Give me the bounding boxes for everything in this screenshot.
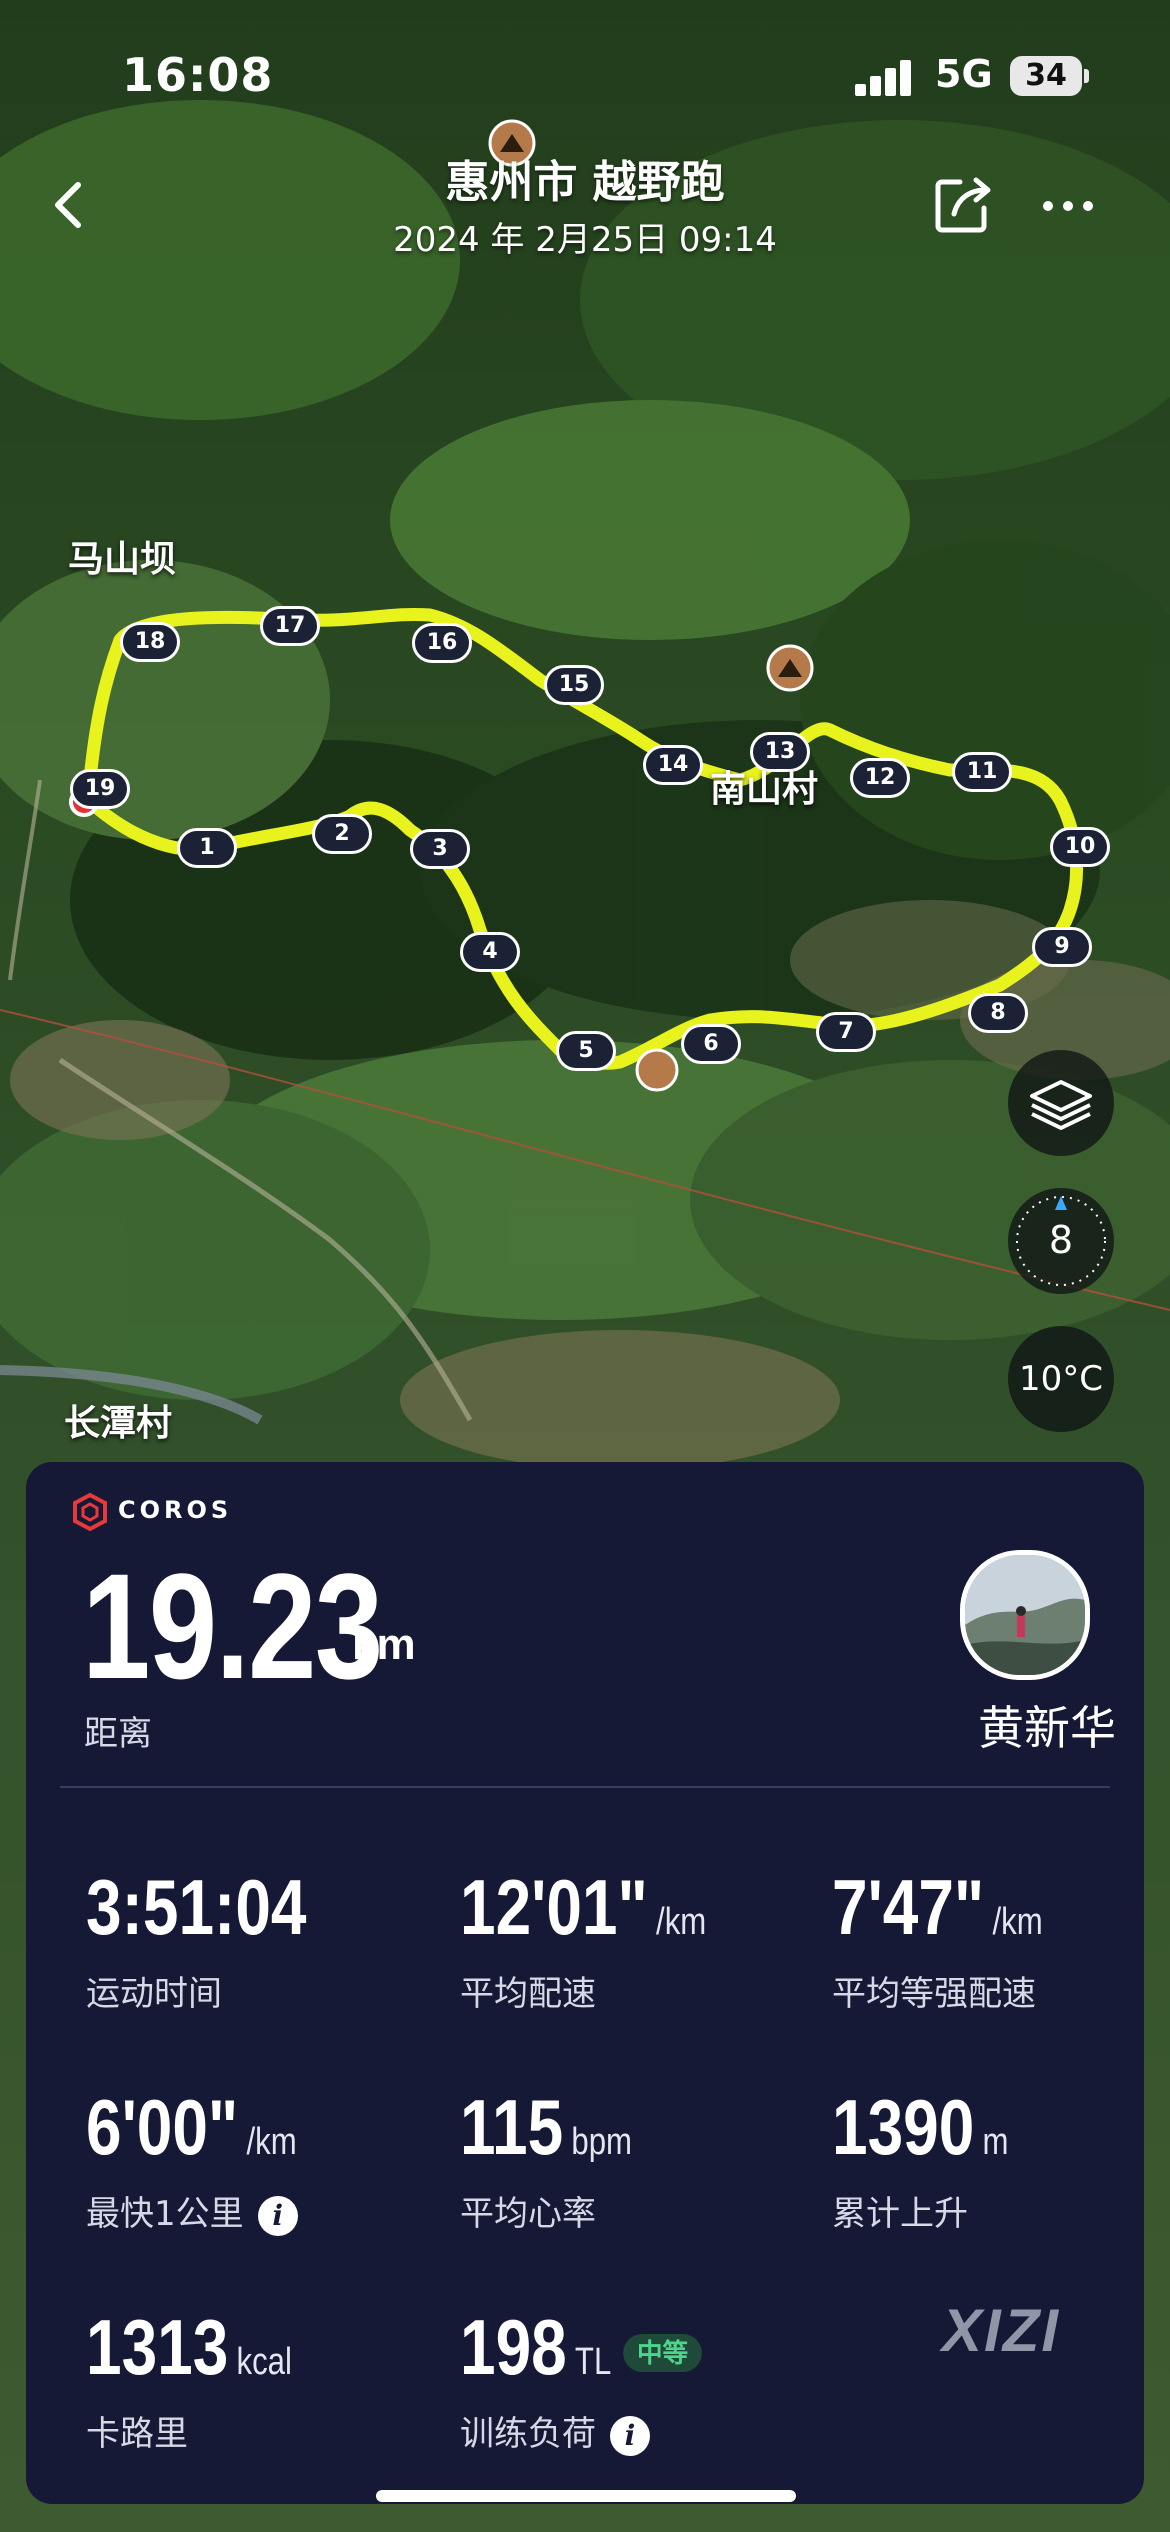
metric-item: 7'47"/km 平均等强配速	[832, 1862, 1170, 2015]
km-marker: 5	[556, 1031, 616, 1071]
signal-icon	[855, 58, 915, 96]
metric-value: 7'47"/km	[832, 1862, 1043, 1953]
more-options-icon[interactable]	[1038, 186, 1098, 226]
metric-label-text: 平均等强配速	[832, 1974, 1036, 2014]
metric-number: 1313	[86, 2303, 229, 2391]
km-marker: 8	[968, 993, 1028, 1033]
distance-value: 19.23	[82, 1542, 383, 1710]
km-marker: 7	[816, 1012, 876, 1052]
metric-value: 1313 kcal	[86, 2302, 292, 2393]
metric-item: 115 bpm 平均心率	[460, 2082, 810, 2235]
metric-unit: bpm	[571, 2121, 633, 2163]
metric-item: 3:51:04 运动时间	[86, 1862, 436, 2015]
metric-number: 12'01"	[460, 1863, 648, 1951]
metric-label-text: 训练负荷	[460, 2414, 596, 2454]
load-level-badge: 中等	[622, 2334, 702, 2373]
network-type: 5G	[935, 52, 993, 96]
metric-value: 3:51:04	[86, 1862, 306, 1953]
metric-unit: /km	[656, 1901, 707, 1943]
km-marker: 19	[70, 769, 130, 809]
metric-label-text: 平均心率	[460, 2194, 596, 2234]
km-marker: 15	[544, 665, 604, 705]
watermark-logo: XIZI	[942, 2297, 1061, 2364]
km-marker: 10	[1050, 827, 1110, 867]
avatar[interactable]	[960, 1550, 1090, 1680]
status-bar: 16:08 5G 34	[0, 0, 1170, 150]
km-marker: 3	[410, 829, 470, 869]
compass-value: 8	[1048, 1218, 1074, 1262]
peak-icon	[635, 1048, 679, 1092]
metric-unit: kcal	[236, 2341, 292, 2383]
metric-label: 平均心率	[460, 2186, 596, 2235]
map-layers-button[interactable]	[1008, 1050, 1114, 1156]
km-marker: 14	[643, 745, 703, 785]
coros-logo-icon	[73, 1492, 107, 1532]
battery-icon: 34	[1010, 56, 1089, 96]
metric-unit: /km	[246, 2121, 297, 2163]
metric-value: 6'00"/km	[86, 2082, 297, 2173]
metric-label: 运动时间	[86, 1966, 222, 2015]
km-marker: 16	[412, 623, 472, 663]
metric-value: 1390 m	[832, 2082, 1008, 2173]
metric-value: 115 bpm	[460, 2082, 632, 2173]
metric-label-text: 卡路里	[86, 2414, 188, 2454]
compass-button[interactable]: 8	[1008, 1188, 1114, 1294]
home-indicator	[376, 2490, 796, 2502]
status-time: 16:08	[122, 48, 274, 102]
metric-value: 12'01"/km	[460, 1862, 706, 1953]
metric-label: 最快1公里 i	[86, 2186, 298, 2236]
metric-item: 198 TL 中等训练负荷 i	[460, 2302, 810, 2456]
metric-number: 198	[460, 2303, 567, 2391]
place-label: 马山坝	[68, 539, 177, 580]
share-icon[interactable]	[930, 172, 996, 238]
metric-value: 198 TL 中等	[460, 2302, 702, 2393]
km-marker: 1	[177, 828, 237, 868]
km-marker: 6	[681, 1024, 741, 1064]
km-marker: 17	[260, 606, 320, 646]
metric-label: 训练负荷 i	[460, 2406, 650, 2456]
info-icon[interactable]: i	[257, 2195, 298, 2236]
metric-unit: TL	[574, 2341, 612, 2383]
user-photo-icon	[965, 1555, 1085, 1675]
metric-item: 1390 m 累计上升	[832, 2082, 1170, 2235]
km-marker: 18	[120, 622, 180, 662]
temperature-button[interactable]: 10°C	[1008, 1326, 1114, 1432]
metric-unit: /km	[992, 1901, 1043, 1943]
km-marker: 9	[1032, 927, 1092, 967]
metric-item: 12'01"/km 平均配速	[460, 1862, 810, 2015]
metric-item: 1313 kcal 卡路里	[86, 2302, 436, 2455]
metric-label-text: 累计上升	[832, 2194, 968, 2234]
km-marker: 2	[312, 814, 372, 854]
peak-icon	[766, 644, 814, 692]
metric-label-text: 运动时间	[86, 1974, 222, 2014]
place-label: 南山村	[710, 769, 819, 810]
activity-summary-card: COROS 19.23 km 距离 黄新华 3:51:04 运动时间 12'01" /…	[26, 1462, 1144, 2504]
place-label: 长潭村	[64, 1403, 173, 1444]
metric-label-text: 最快1公里	[86, 2194, 244, 2234]
metric-number: 3:51:04	[86, 1863, 307, 1951]
brand-name: COROS	[118, 1496, 233, 1524]
metric-number: 7'47"	[832, 1863, 985, 1951]
metric-label: 平均等强配速	[832, 1966, 1036, 2015]
metric-label-text: 平均配速	[460, 1974, 596, 2014]
distance-label: 距离	[84, 1714, 152, 1754]
km-marker: 4	[460, 932, 520, 972]
km-marker: 11	[952, 752, 1012, 792]
metric-number: 6'00"	[86, 2083, 239, 2171]
layers-icon	[1030, 1080, 1092, 1130]
km-marker: 12	[850, 758, 910, 798]
metric-unit: m	[982, 2121, 1009, 2163]
metric-item: 6'00"/km 最快1公里 i	[86, 2082, 436, 2236]
metric-label: 累计上升	[832, 2186, 968, 2235]
info-icon[interactable]: i	[610, 2415, 650, 2456]
distance-unit: km	[352, 1620, 416, 1669]
metric-label: 平均配速	[460, 1966, 596, 2015]
user-name: 黄新华	[978, 1701, 1116, 1755]
metric-label: 卡路里	[86, 2406, 188, 2455]
divider	[60, 1786, 1110, 1788]
metric-number: 1390	[832, 2083, 975, 2171]
metric-number: 115	[460, 2083, 564, 2171]
